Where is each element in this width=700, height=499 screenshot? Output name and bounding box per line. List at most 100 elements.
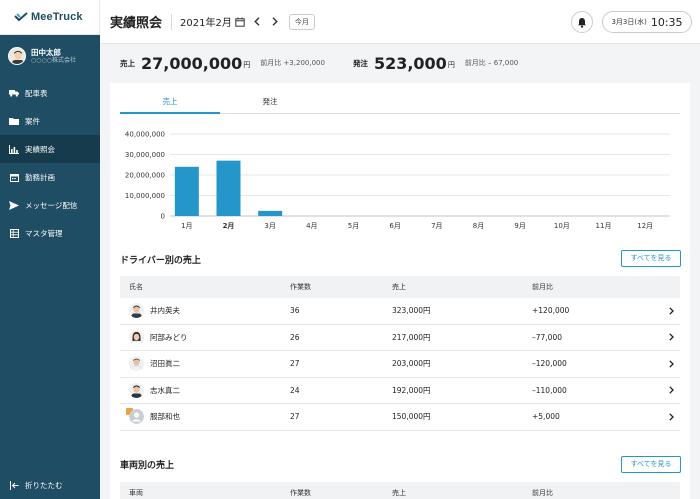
logo[interactable]: MeeTruck	[0, 0, 100, 35]
calendar-icon[interactable]	[235, 17, 245, 27]
work-count: 27	[290, 412, 300, 422]
x-tick-label: 10月	[554, 222, 570, 230]
driver-name: 阿部みどり	[150, 332, 188, 342]
x-tick-label: 3月	[264, 222, 275, 230]
main-panel: 売上 発注 40,000,000 30,000,000 20,000,000 10,0…	[110, 83, 690, 499]
diff-value: +5,000	[532, 412, 560, 422]
top-bar: 実績照会 2021年2月 今月 3月3日(水) 10:35	[100, 0, 700, 44]
x-tick-label: 11月	[596, 222, 612, 230]
table-row[interactable]: 井内英夫 36 323,000円 +120,000	[120, 298, 680, 325]
summary-bar: 売上 27,000,000 円 前月比 +3,200,000 発注 523,00…	[110, 45, 690, 81]
notification-button[interactable]	[571, 11, 593, 33]
grid-icon	[9, 228, 19, 238]
bar-2月[interactable]	[216, 160, 241, 216]
user-profile[interactable]: 田中太郎 ○○○○株式会社	[0, 35, 100, 69]
vehicle-sales-table: 車両 作業数 売上 前月比	[120, 482, 680, 499]
column-header-diff[interactable]: 前月比	[532, 488, 662, 498]
column-header-diff[interactable]: 前月比	[532, 282, 662, 292]
chevron-right-icon[interactable]	[668, 386, 674, 394]
driver-name: 沼田眞二	[150, 359, 180, 369]
driver-avatar	[129, 382, 144, 398]
sidebar-item-schedule[interactable]: 勤務計画	[0, 163, 100, 191]
work-count: 24	[290, 385, 300, 395]
column-header-sales[interactable]: 売上	[392, 282, 532, 292]
y-tick-label: 10,000,000	[125, 192, 165, 200]
logo-check-icon	[14, 12, 28, 22]
sidebar-item-master[interactable]: マスタ管理	[0, 219, 100, 247]
month-selector[interactable]: 2021年2月	[180, 14, 232, 29]
driver-avatar	[129, 356, 144, 372]
sidebar-item-label: マスタ管理	[25, 228, 63, 238]
work-count: 36	[290, 306, 300, 316]
chevron-right-icon[interactable]	[668, 307, 674, 315]
collapse-sidebar-button[interactable]: 折りたたむ	[0, 471, 100, 499]
chevron-right-icon[interactable]	[668, 333, 674, 341]
sidebar-item-messages[interactable]: メッセージ配信	[0, 191, 100, 219]
sales-bar-chart: 40,000,000 30,000,000 20,000,000 10,000,000…	[125, 131, 670, 230]
table-row[interactable]: 服部和也 27 150,000円 +5,000	[120, 404, 680, 431]
next-month-button[interactable]	[269, 16, 281, 28]
chevron-right-icon[interactable]	[668, 413, 674, 421]
tab-sales[interactable]: 売上	[120, 94, 220, 114]
orders-diff: 前月比 – 67,000	[464, 59, 519, 67]
logo-text: MeeTruck	[31, 11, 83, 23]
table-row[interactable]: 阿部みどり 26 217,000円 –77,000	[120, 325, 680, 351]
bar-3月[interactable]	[258, 210, 283, 216]
folder-icon	[9, 116, 19, 126]
x-tick-label: 2月	[223, 222, 235, 230]
sidebar-item-dispatch[interactable]: 配車表	[0, 79, 100, 107]
driver-avatar	[129, 329, 144, 345]
column-header-sales[interactable]: 売上	[392, 488, 532, 498]
column-header-vehicle[interactable]: 車両	[120, 488, 290, 498]
x-tick-label: 6月	[389, 222, 400, 230]
sales-value: 323,000円	[392, 306, 431, 316]
sidebar-item-label: メッセージ配信	[25, 200, 78, 210]
x-tick-label: 8月	[473, 222, 484, 230]
x-tick-label: 7月	[431, 222, 442, 230]
y-tick-label: 40,000,000	[125, 131, 165, 139]
sales-value: 203,000円	[392, 359, 431, 369]
sales-value: 217,000円	[392, 332, 431, 342]
column-header-name[interactable]: 氏名	[120, 282, 290, 292]
drivers-see-all-button[interactable]: すべてを見る	[621, 250, 681, 267]
sidebar-nav: 配車表 案件 実績照会 勤務計画 メッセージ配信 マスタ管理	[0, 79, 100, 247]
chevron-right-icon[interactable]	[668, 360, 674, 368]
work-count: 26	[290, 332, 300, 342]
driver-sales-title: ドライバー別の売上	[120, 256, 201, 266]
prev-month-button[interactable]	[251, 16, 263, 28]
sales-total: 27,000,000	[141, 53, 243, 73]
table-row[interactable]: 志水真二 24 192,000円 –110,000	[120, 378, 680, 404]
sales-diff: 前月比 +3,200,000	[260, 59, 325, 67]
column-header-work[interactable]: 作業数	[290, 488, 392, 498]
orders-total: 523,000	[373, 53, 447, 73]
bell-icon	[578, 17, 586, 28]
user-company: ○○○○株式会社	[31, 56, 76, 64]
send-icon	[9, 200, 19, 210]
orders-label: 発注	[352, 58, 368, 68]
calendar-icon	[9, 172, 19, 182]
current-time: 10:35	[650, 15, 683, 29]
this-month-button[interactable]: 今月	[288, 13, 315, 30]
tab-orders[interactable]: 発注	[220, 94, 320, 114]
user-name: 田中太郎	[31, 47, 61, 57]
sidebar-item-label: 配車表	[25, 88, 48, 98]
date-time-display: 3月3日(水) 10:35	[602, 11, 692, 33]
sales-unit: 円	[243, 61, 251, 69]
chart-tabs: 売上 発注	[120, 94, 680, 114]
sidebar-item-performance[interactable]: 実績照会	[0, 135, 100, 163]
column-header-work[interactable]: 作業数	[290, 282, 392, 292]
sales-label: 売上	[120, 58, 135, 68]
vehicles-see-all-button[interactable]: すべてを見る	[621, 456, 681, 473]
table-header: 車両 作業数 売上 前月比	[120, 482, 680, 499]
x-tick-label: 4月	[306, 222, 317, 230]
table-row[interactable]: 沼田眞二 27 203,000円 –120,000	[120, 351, 680, 378]
bar-chart-icon	[9, 144, 19, 154]
driver-avatar	[129, 303, 144, 319]
divider	[171, 13, 173, 30]
driver-name: 志水真二	[150, 385, 180, 395]
x-tick-label: 9月	[514, 222, 525, 230]
sidebar: MeeTruck 田中太郎 ○○○○株式会社 配車表 案件 実績照会 勤務計画 …	[0, 0, 100, 499]
sidebar-item-projects[interactable]: 案件	[0, 107, 100, 135]
bar-1月[interactable]	[174, 166, 199, 216]
x-tick-label: 1月	[181, 222, 192, 230]
